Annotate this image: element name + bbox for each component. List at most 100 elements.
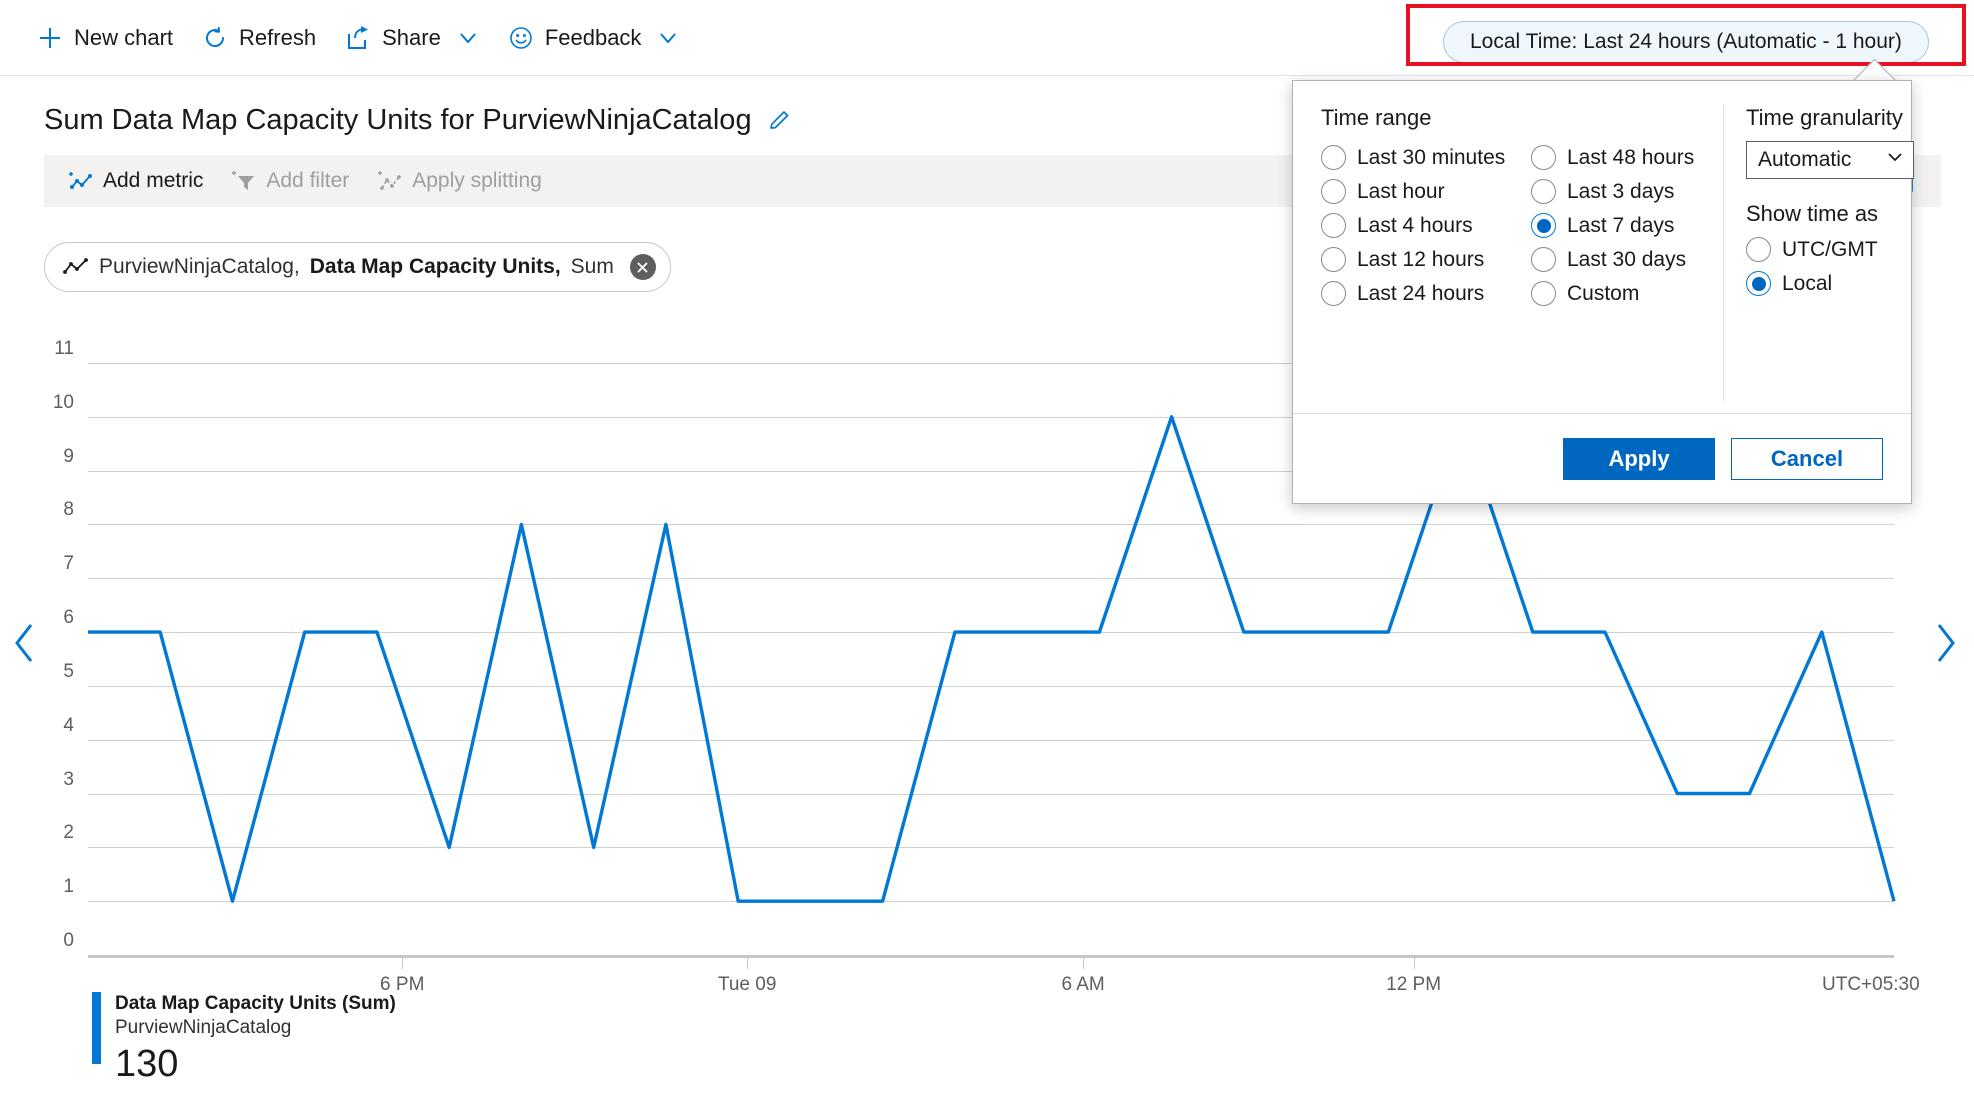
time-range-option-last-hour[interactable]: Last hour — [1321, 179, 1531, 204]
chip-aggregation: Sum — [570, 255, 614, 278]
x-axis-tick — [1083, 958, 1085, 969]
time-picker-callout: Time range Last 30 minutes Last 48 hours L… — [1292, 80, 1914, 504]
radio-icon — [1531, 145, 1556, 170]
option-label: Last 30 days — [1567, 247, 1687, 271]
chart-legend[interactable]: Data Map Capacity Units (Sum) PurviewNin… — [92, 992, 396, 1086]
refresh-label: Refresh — [239, 24, 317, 50]
time-range-pill[interactable]: Local Time: Last 24 hours (Automatic - 1… — [1443, 21, 1929, 63]
granularity-section: Time granularity Automatic Show time as … — [1723, 105, 1914, 401]
refresh-button[interactable]: Refresh — [187, 15, 330, 61]
radio-icon — [1531, 247, 1556, 272]
metric-chip[interactable]: PurviewNinjaCatalog, Data Map Capacity U… — [44, 242, 671, 292]
x-axis-tick — [747, 958, 749, 969]
time-range-option-last-30-days[interactable]: Last 30 days — [1531, 247, 1741, 272]
show-time-option-utc-gmt[interactable]: UTC/GMT — [1746, 237, 1911, 262]
add-metric-icon — [68, 168, 94, 194]
add-metric-label: Add metric — [103, 169, 204, 192]
show-time-heading: Show time as — [1746, 201, 1879, 226]
granularity-select[interactable]: Automatic — [1746, 141, 1914, 179]
radio-icon — [1321, 281, 1346, 306]
radio-icon — [1746, 237, 1771, 262]
radio-icon — [1321, 213, 1346, 238]
option-label: Local — [1782, 271, 1833, 295]
radio-icon — [1321, 247, 1346, 272]
apply-splitting-label: Apply splitting — [412, 169, 542, 192]
cancel-button[interactable]: Cancel — [1731, 437, 1883, 480]
legend-color-swatch — [92, 992, 101, 1064]
add-metric-button[interactable]: Add metric — [54, 160, 217, 202]
share-button[interactable]: Share — [330, 15, 493, 61]
option-label: Last 7 days — [1567, 213, 1675, 237]
time-range-option-last-3-days[interactable]: Last 3 days — [1531, 179, 1741, 204]
show-time-option-local[interactable]: Local — [1746, 271, 1911, 296]
time-range-option-last-48-hours[interactable]: Last 48 hours — [1531, 145, 1741, 170]
new-chart-label: New chart — [74, 24, 174, 50]
refresh-icon — [201, 24, 229, 52]
smiley-icon — [507, 24, 535, 52]
radio-icon — [1531, 213, 1556, 238]
sparkline-icon — [63, 257, 89, 277]
time-range-option-last-7-days[interactable]: Last 7 days — [1531, 213, 1741, 238]
chevron-right-icon[interactable] — [1930, 620, 1960, 666]
x-axis-label: Tue 09 — [717, 974, 777, 995]
feedback-label: Feedback — [544, 24, 642, 50]
new-chart-button[interactable]: New chart — [22, 15, 187, 61]
legend-value: 130 — [115, 1042, 179, 1085]
radio-icon — [1531, 281, 1556, 306]
x-axis-tick — [1413, 958, 1415, 969]
legend-resource-name: PurviewNinjaCatalog — [115, 1016, 292, 1038]
option-label: Last 12 hours — [1357, 247, 1485, 271]
granularity-heading: Time granularity — [1746, 105, 1903, 130]
apply-splitting-icon — [377, 168, 403, 194]
time-range-option-last-30-minutes[interactable]: Last 30 minutes — [1321, 145, 1531, 170]
show-time-radio-group: UTC/GMT Local — [1746, 237, 1911, 296]
callout-beak — [1851, 58, 1899, 82]
apply-button[interactable]: Apply — [1563, 437, 1715, 480]
legend-metric-name: Data Map Capacity Units (Sum) — [115, 993, 396, 1014]
time-range-option-last-24-hours[interactable]: Last 24 hours — [1321, 281, 1531, 306]
share-label: Share — [382, 24, 441, 50]
close-icon[interactable] — [629, 254, 656, 280]
option-label: Last 24 hours — [1357, 281, 1485, 305]
time-range-option-last-12-hours[interactable]: Last 12 hours — [1321, 247, 1531, 272]
timezone-label: UTC+05:30 — [1822, 974, 1920, 995]
option-label: UTC/GMT — [1782, 237, 1878, 261]
option-label: Last 30 minutes — [1357, 145, 1506, 169]
time-range-option-custom[interactable]: Custom — [1531, 281, 1741, 306]
option-label: Last 3 days — [1567, 179, 1675, 203]
pencil-icon[interactable] — [766, 107, 794, 135]
time-range-section: Time range Last 30 minutes Last 48 hours L… — [1293, 105, 1723, 401]
callout-footer: Apply Cancel — [1293, 413, 1911, 503]
time-range-pill-label: Local Time: Last 24 hours (Automatic - 1… — [1470, 30, 1902, 53]
add-filter-button[interactable]: Add filter — [217, 160, 363, 202]
add-filter-icon — [231, 168, 257, 194]
radio-icon — [1746, 271, 1771, 296]
feedback-button[interactable]: Feedback — [493, 15, 694, 61]
radio-icon — [1321, 145, 1346, 170]
chevron-down-icon — [1886, 148, 1904, 172]
page-title: Sum Data Map Capacity Units for PurviewN… — [44, 104, 752, 136]
x-axis-label: 12 PM — [1386, 974, 1442, 995]
x-axis-label: 6 AM — [1061, 974, 1105, 995]
chevron-left-icon[interactable] — [10, 620, 40, 666]
time-range-heading: Time range — [1321, 105, 1432, 130]
time-range-option-last-4-hours[interactable]: Last 4 hours — [1321, 213, 1531, 238]
time-range-radio-group: Last 30 minutes Last 48 hours Last hour Las… — [1321, 145, 1723, 306]
x-axis-tick — [402, 958, 404, 969]
plus-icon — [36, 24, 64, 52]
option-label: Last 4 hours — [1357, 213, 1473, 237]
option-label: Last 48 hours — [1567, 145, 1695, 169]
share-icon — [344, 24, 372, 52]
chip-resource: PurviewNinjaCatalog, — [99, 255, 300, 278]
add-filter-label: Add filter — [266, 169, 350, 192]
option-label: Last hour — [1357, 179, 1445, 203]
chip-metric: Data Map Capacity Units, — [309, 255, 561, 278]
chart-title-row: Sum Data Map Capacity Units for PurviewN… — [44, 104, 794, 137]
chevron-down-icon[interactable] — [657, 27, 679, 49]
chevron-down-icon[interactable] — [457, 27, 479, 49]
apply-splitting-button[interactable]: Apply splitting — [363, 160, 556, 202]
option-label: Custom — [1567, 281, 1640, 305]
radio-icon — [1531, 179, 1556, 204]
radio-icon — [1321, 179, 1346, 204]
granularity-value: Automatic — [1758, 148, 1852, 171]
